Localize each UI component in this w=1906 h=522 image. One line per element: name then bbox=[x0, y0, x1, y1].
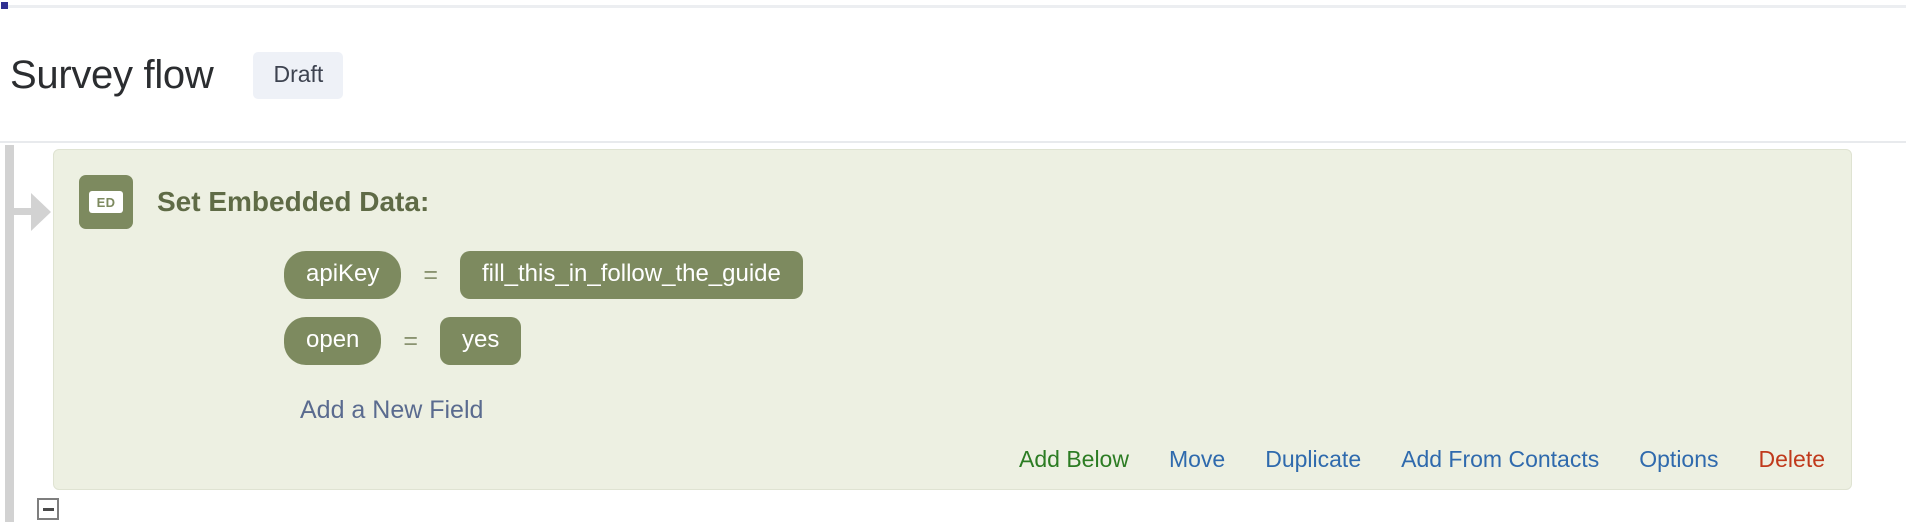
collapse-block-toggle[interactable] bbox=[37, 498, 59, 520]
action-move[interactable]: Move bbox=[1169, 448, 1225, 471]
action-delete[interactable]: Delete bbox=[1759, 448, 1825, 471]
status-badge: Draft bbox=[253, 51, 344, 99]
top-divider-rule bbox=[8, 5, 1906, 8]
action-duplicate[interactable]: Duplicate bbox=[1265, 448, 1361, 471]
survey-flow-page: Survey flow Draft ED Set Embedded Data: bbox=[0, 0, 1906, 522]
block-action-bar: Add Below Move Duplicate Add From Contac… bbox=[1019, 448, 1825, 471]
field-key-pill[interactable]: apiKey bbox=[284, 251, 402, 299]
flow-arrow-icon bbox=[9, 191, 51, 231]
field-key-pill[interactable]: open bbox=[284, 317, 382, 365]
action-add-from-contacts[interactable]: Add From Contacts bbox=[1401, 448, 1599, 471]
embedded-data-icon: ED bbox=[79, 175, 133, 229]
embedded-data-field-list: apiKey = fill_this_in_follow_the_guide o… bbox=[54, 251, 1851, 365]
top-divider-strip bbox=[0, 0, 1906, 11]
embedded-data-field-row: open = yes bbox=[284, 317, 1851, 365]
add-new-field-link[interactable]: Add a New Field bbox=[300, 398, 483, 423]
page-header: Survey flow Draft bbox=[0, 9, 1906, 143]
action-options[interactable]: Options bbox=[1639, 448, 1718, 471]
field-operator: = bbox=[423, 260, 438, 289]
embedded-data-field-row: apiKey = fill_this_in_follow_the_guide bbox=[284, 251, 1851, 299]
field-operator: = bbox=[403, 326, 418, 355]
block-title: Set Embedded Data: bbox=[157, 186, 430, 217]
flow-canvas: ED Set Embedded Data: apiKey = fill_this… bbox=[0, 145, 1906, 522]
field-value-pill[interactable]: yes bbox=[440, 317, 522, 365]
block-header: ED Set Embedded Data: bbox=[54, 150, 1851, 229]
action-add-below[interactable]: Add Below bbox=[1019, 448, 1129, 471]
minus-icon bbox=[42, 507, 54, 511]
field-value-pill[interactable]: fill_this_in_follow_the_guide bbox=[460, 251, 803, 299]
page-title: Survey flow bbox=[10, 53, 214, 97]
embedded-data-icon-label: ED bbox=[89, 191, 123, 213]
set-embedded-data-block[interactable]: ED Set Embedded Data: apiKey = fill_this… bbox=[53, 149, 1852, 490]
